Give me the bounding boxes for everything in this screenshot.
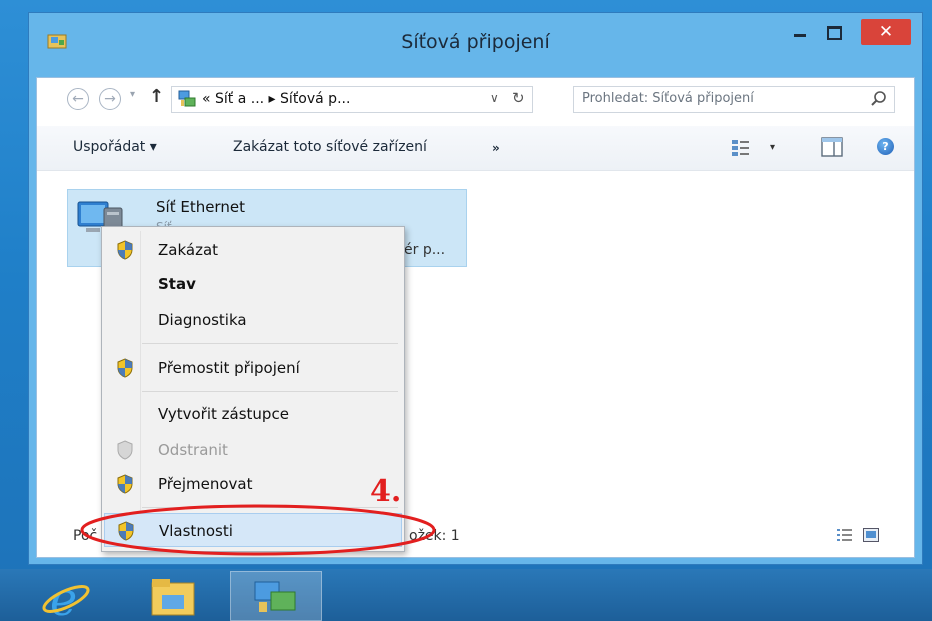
menu-item-status[interactable]: Stav <box>104 267 402 301</box>
navigation-row: ← → ▾ ↑ « Síť a ... ▸ Síťová p... ∨ ↻ <box>37 78 914 122</box>
preview-pane-icon[interactable] <box>821 137 843 157</box>
organize-button[interactable]: Uspořádat ▾ <box>73 139 157 155</box>
help-button[interactable]: ? <box>877 138 894 155</box>
menu-item-label: Odstranit <box>158 441 228 459</box>
close-button[interactable]: ✕ <box>861 19 911 45</box>
uac-shield-icon <box>117 240 133 260</box>
taskbar: e <box>0 569 932 621</box>
view-options-icon[interactable] <box>731 138 751 158</box>
breadcrumb[interactable]: « Síť a ... ▸ Síťová p... <box>202 91 350 107</box>
search-input[interactable] <box>580 90 864 107</box>
more-commands-button[interactable]: » <box>492 141 500 155</box>
forward-button[interactable]: → <box>99 88 121 110</box>
menu-item-disable[interactable]: Zakázat <box>104 233 402 267</box>
search-box[interactable] <box>573 86 895 113</box>
maximize-button[interactable] <box>819 19 849 45</box>
large-icons-view-icon[interactable] <box>863 528 879 542</box>
network-connections-icon <box>254 581 296 612</box>
recent-locations-button[interactable]: ▾ <box>130 89 135 100</box>
back-button[interactable]: ← <box>67 88 89 110</box>
uac-shield-icon <box>117 440 133 460</box>
network-connections-icon <box>178 90 196 107</box>
details-view-icon[interactable] <box>837 528 853 542</box>
title-bar[interactable]: Síťová připojení ✕ <box>29 13 922 77</box>
search-icon[interactable] <box>870 90 888 108</box>
menu-item-label: Přejmenovat <box>158 475 253 493</box>
address-bar[interactable]: « Síť a ... ▸ Síťová p... ∨ ↻ <box>171 86 533 113</box>
minimize-button[interactable] <box>785 19 815 45</box>
up-button[interactable]: ↑ <box>149 86 164 107</box>
menu-item-rename[interactable]: Přejmenovat <box>104 467 402 501</box>
close-icon: ✕ <box>878 22 894 42</box>
uac-shield-icon <box>117 358 133 378</box>
menu-item-label: Vytvořit zástupce <box>158 405 289 423</box>
connection-name: Síť Ethernet <box>156 198 245 216</box>
arrow-right-icon: → <box>104 91 116 107</box>
chevron-down-icon[interactable]: ∨ <box>490 91 499 105</box>
menu-item-delete[interactable]: Odstranit <box>104 433 402 467</box>
internet-explorer-icon[interactable]: e <box>40 573 96 619</box>
arrow-left-icon: ← <box>72 91 84 107</box>
taskbar-network-connections-button[interactable] <box>230 571 322 621</box>
menu-item-label: Zakázat <box>158 241 219 259</box>
uac-shield-icon <box>117 474 133 494</box>
file-explorer-icon[interactable] <box>146 573 202 619</box>
menu-separator <box>142 391 398 392</box>
highlight-ellipse <box>80 504 436 556</box>
connection-adapter: ér p... <box>404 242 446 258</box>
disable-device-button[interactable]: Zakázat toto síťové zařízení <box>233 139 427 155</box>
menu-item-create-shortcut[interactable]: Vytvořit zástupce <box>104 397 402 431</box>
menu-item-label: Diagnostika <box>158 311 247 329</box>
menu-item-diagnose[interactable]: Diagnostika <box>104 303 402 337</box>
menu-item-label: Přemostit připojení <box>158 359 300 377</box>
chevron-down-icon[interactable]: ▾ <box>770 142 775 153</box>
menu-item-bridge[interactable]: Přemostit připojení <box>104 351 402 385</box>
menu-item-label: Stav <box>158 275 196 293</box>
menu-separator <box>142 343 398 344</box>
command-bar: Uspořádat ▾ Zakázat toto síťové zařízení… <box>37 126 914 171</box>
help-icon: ? <box>882 140 889 153</box>
refresh-icon[interactable]: ↻ <box>512 89 525 107</box>
